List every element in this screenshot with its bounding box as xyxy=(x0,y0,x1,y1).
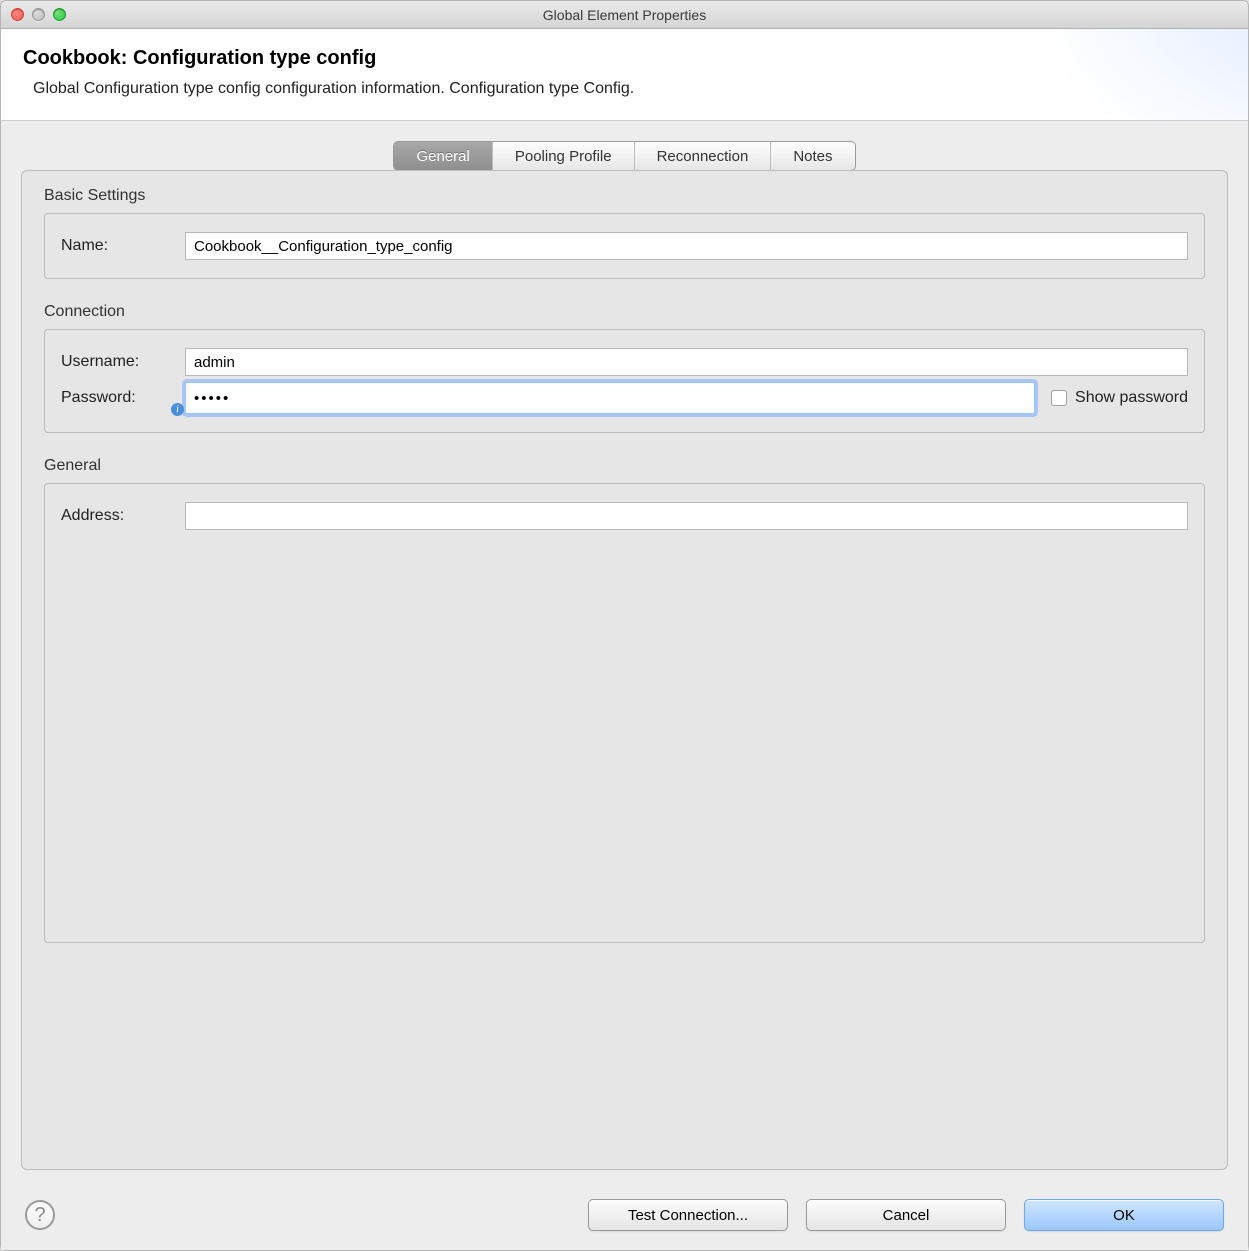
titlebar: Global Element Properties xyxy=(1,1,1248,29)
show-password-checkbox[interactable] xyxy=(1051,390,1067,406)
group-label-general: General xyxy=(44,457,1205,475)
show-password-label: Show password xyxy=(1075,389,1188,407)
field-row-name: Name: xyxy=(61,232,1188,260)
field-row-address: Address: xyxy=(61,502,1188,530)
group-connection: Username: Password: i Show password xyxy=(44,329,1205,433)
label-username: Username: xyxy=(61,353,171,371)
field-row-username: Username: xyxy=(61,348,1188,376)
tabs: General Pooling Profile Reconnection Not… xyxy=(393,141,855,171)
ok-button[interactable]: OK xyxy=(1024,1199,1224,1231)
field-row-password: Password: i Show password xyxy=(61,382,1188,414)
footer: ? Test Connection... Cancel OK xyxy=(1,1180,1248,1250)
group-general: Address: xyxy=(44,483,1205,943)
group-basic-settings: Name: xyxy=(44,213,1205,279)
cancel-button[interactable]: Cancel xyxy=(806,1199,1006,1231)
dialog-window: Global Element Properties Cookbook: Conf… xyxy=(0,0,1249,1251)
address-input[interactable] xyxy=(185,502,1188,530)
close-icon[interactable] xyxy=(11,8,24,21)
tabs-container: General Pooling Profile Reconnection Not… xyxy=(21,141,1228,171)
content-area: General Pooling Profile Reconnection Not… xyxy=(1,121,1248,1180)
window-controls xyxy=(11,8,66,21)
page-title: Cookbook: Configuration type config xyxy=(23,47,1226,70)
password-input[interactable] xyxy=(185,382,1035,414)
group-label-basic: Basic Settings xyxy=(44,187,1205,205)
password-wrapper: i xyxy=(185,382,1035,414)
test-connection-button[interactable]: Test Connection... xyxy=(588,1199,788,1231)
minimize-icon[interactable] xyxy=(32,8,45,21)
group-label-connection: Connection xyxy=(44,303,1205,321)
label-address: Address: xyxy=(61,507,171,525)
tab-pooling-profile[interactable]: Pooling Profile xyxy=(493,142,635,170)
label-name: Name: xyxy=(61,237,171,255)
show-password-row: Show password xyxy=(1051,389,1188,407)
help-icon[interactable]: ? xyxy=(25,1200,55,1230)
label-password: Password: xyxy=(61,389,171,407)
tab-general[interactable]: General xyxy=(394,142,492,170)
window-title: Global Element Properties xyxy=(11,7,1238,23)
tab-notes[interactable]: Notes xyxy=(771,142,854,170)
header-area: Cookbook: Configuration type config Glob… xyxy=(1,29,1248,121)
zoom-icon[interactable] xyxy=(53,8,66,21)
username-input[interactable] xyxy=(185,348,1188,376)
tab-panel: Basic Settings Name: Connection Username… xyxy=(21,170,1228,1170)
tab-reconnection[interactable]: Reconnection xyxy=(635,142,772,170)
name-input[interactable] xyxy=(185,232,1188,260)
info-icon: i xyxy=(171,403,184,416)
page-description: Global Configuration type config configu… xyxy=(33,80,1226,98)
